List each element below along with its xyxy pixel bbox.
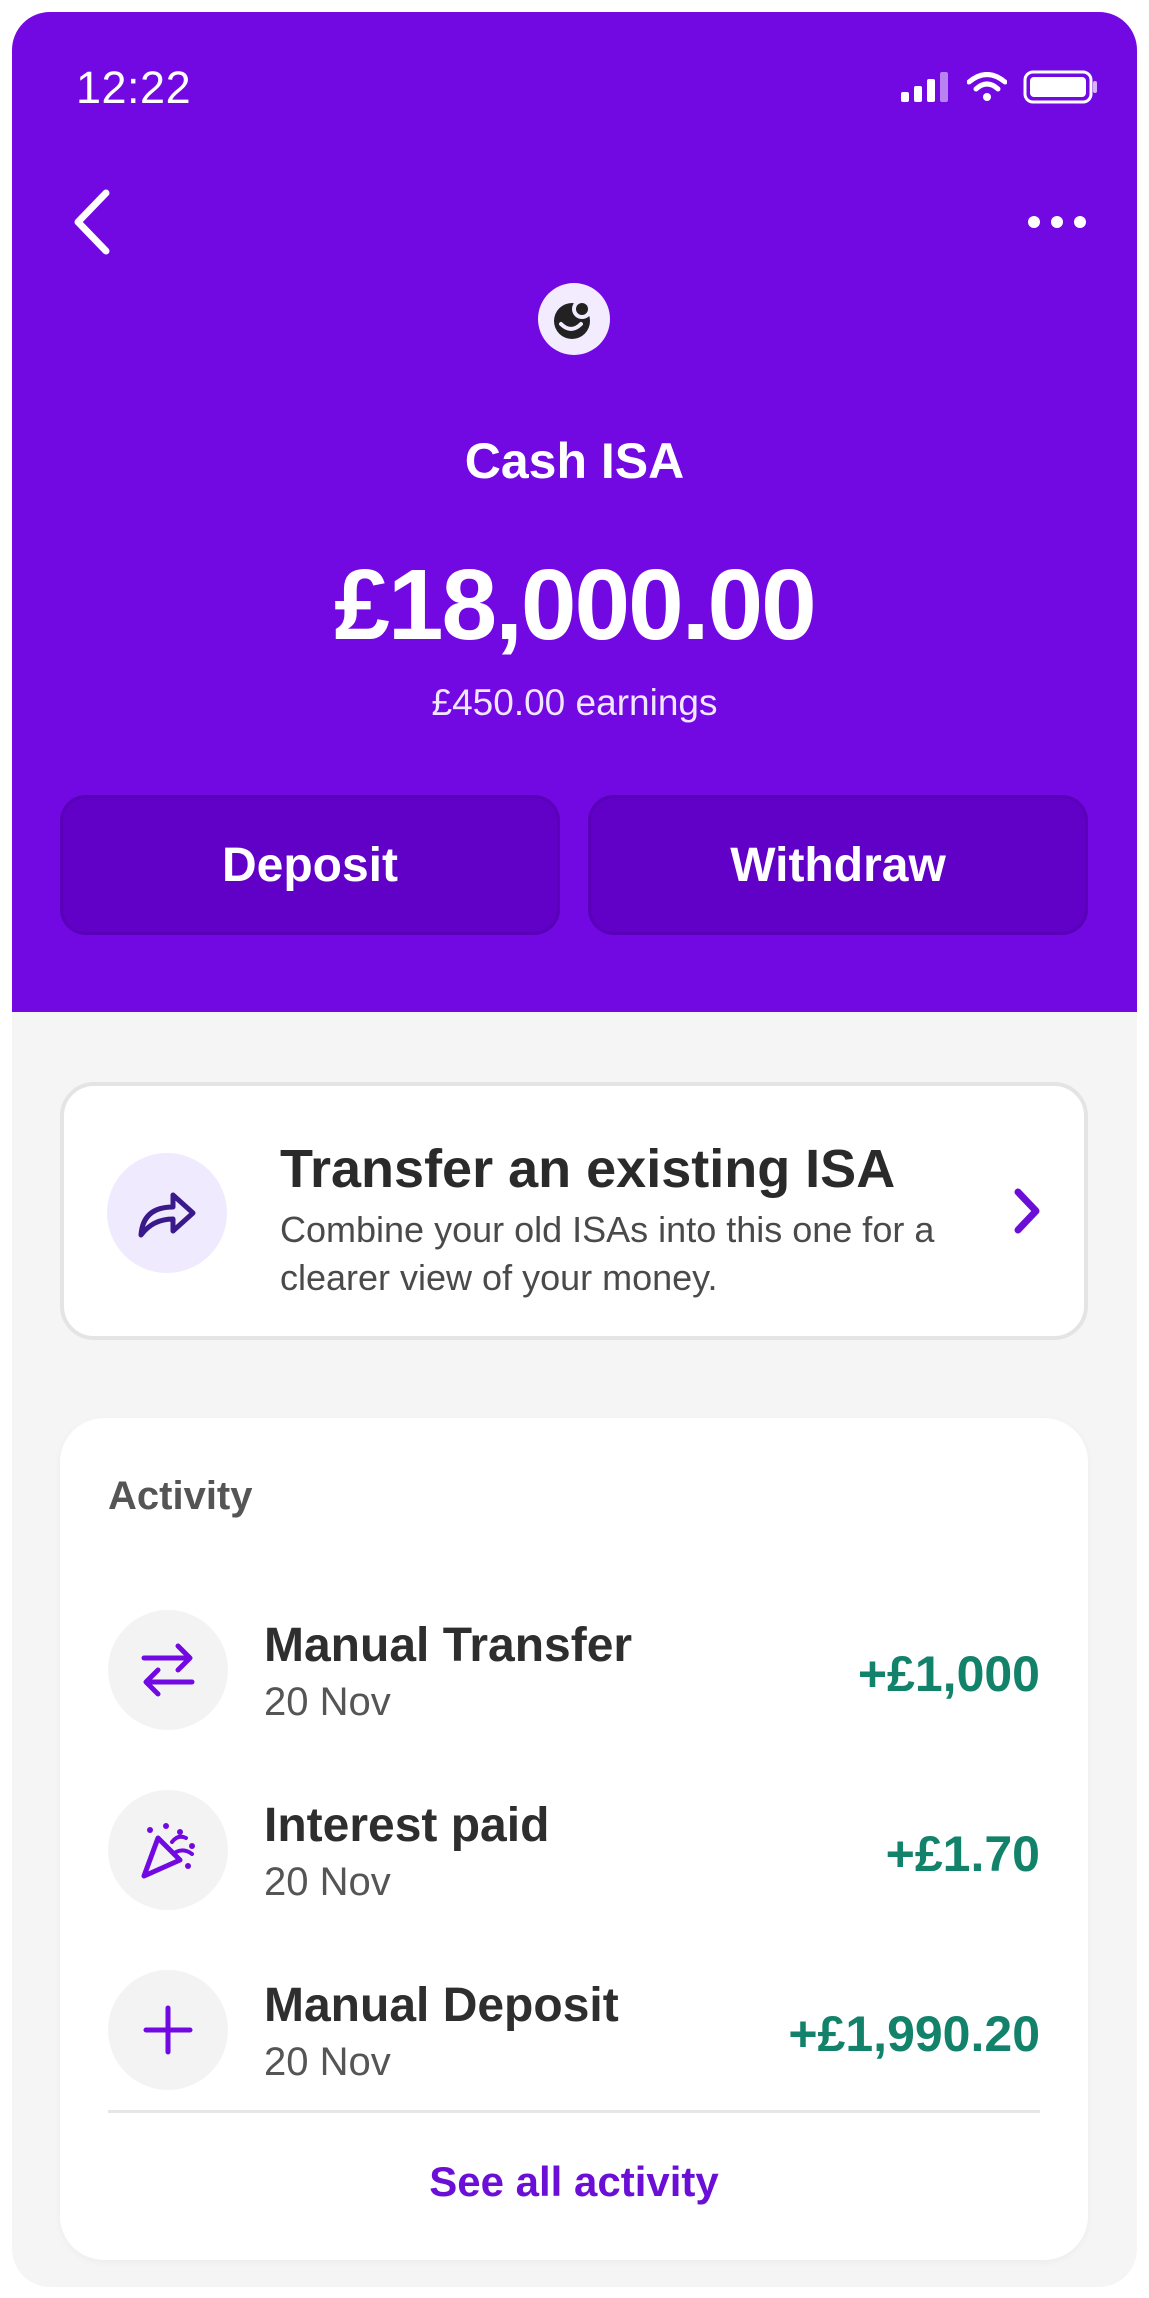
divider — [108, 2110, 1040, 2113]
row-icon-badge — [108, 1970, 228, 2090]
earnings-text: £450.00 earnings — [431, 682, 718, 723]
activity-date: 20 Nov — [264, 1680, 391, 1724]
battery-icon — [1023, 70, 1097, 104]
provider-logo — [538, 283, 610, 355]
activity-date: 20 Nov — [264, 1860, 391, 1904]
account-balance: £18,000.00 — [334, 549, 817, 661]
account-title: Cash ISA — [464, 433, 685, 489]
back-arrow-icon — [74, 189, 110, 255]
activity-amount: +£1,990.20 — [788, 2006, 1040, 2062]
status-time: 12:22 — [76, 62, 192, 113]
cellular-signal-icon — [901, 72, 948, 102]
more-options-button[interactable] — [1017, 192, 1097, 252]
account-header: 12:22 Cash ISA £18,000.00 £450.00 earnin… — [12, 12, 1137, 1012]
transfer-isa-card[interactable]: Transfer an existing ISA Combine your ol… — [60, 1082, 1088, 1340]
row-icon-badge — [108, 1610, 228, 1730]
status-icons — [901, 67, 1099, 107]
app-screen: 12:22 Cash ISA £18,000.00 £450.00 earnin… — [12, 12, 1137, 2287]
share-forward-arrow-icon — [138, 1192, 196, 1238]
back-button[interactable] — [52, 177, 132, 267]
row-icon-badge — [108, 1790, 228, 1910]
deposit-button[interactable]: Deposit — [60, 795, 560, 935]
list-item[interactable]: Manual Deposit 20 Nov +£1,990.20 — [60, 1950, 1088, 2110]
activity-heading: Activity — [108, 1474, 253, 1518]
list-item[interactable]: Manual Transfer 20 Nov +£1,000 — [60, 1590, 1088, 1750]
transfer-arrows-icon — [141, 1643, 195, 1697]
chevron-right-icon — [1014, 1188, 1040, 1234]
withdraw-button[interactable]: Withdraw — [588, 795, 1088, 935]
status-bar: 12:22 — [12, 12, 1137, 142]
smiley-logo-icon — [554, 299, 592, 339]
plus-icon — [143, 2005, 193, 2055]
activity-title: Manual Deposit — [264, 1979, 619, 2032]
transfer-icon-badge — [107, 1153, 227, 1273]
transfer-description: Combine your old ISAs into this one for … — [280, 1209, 935, 1298]
see-all-activity-link[interactable]: See all activity — [60, 2158, 1088, 2206]
list-item[interactable]: Interest paid 20 Nov +£1.70 — [60, 1770, 1088, 1930]
activity-amount: +£1.70 — [885, 1826, 1040, 1882]
transfer-title: Transfer an existing ISA — [280, 1139, 896, 1199]
activity-date: 20 Nov — [264, 2040, 391, 2084]
more-dots-icon — [1028, 216, 1086, 228]
activity-title: Interest paid — [264, 1799, 550, 1852]
wifi-icon — [967, 72, 1007, 101]
activity-amount: +£1,000 — [857, 1646, 1040, 1702]
activity-title: Manual Transfer — [264, 1619, 633, 1672]
activity-card: Activity Manual Transfer 20 Nov +£1,000 — [60, 1418, 1088, 2260]
party-popper-icon — [141, 1823, 195, 1879]
